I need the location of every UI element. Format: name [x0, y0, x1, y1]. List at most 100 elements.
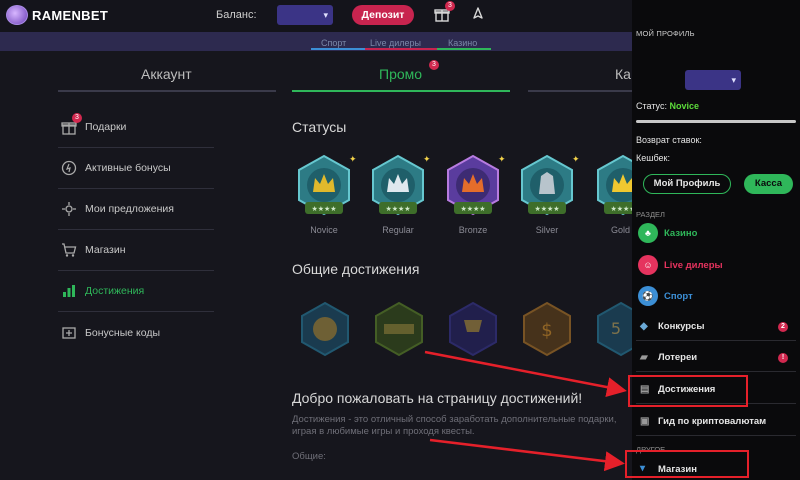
sport-icon: ⚽ [638, 286, 658, 306]
annotation-box-achievements [628, 375, 748, 407]
cashier-button[interactable]: Касса [744, 174, 793, 194]
strip-underline-sport [311, 48, 365, 50]
winner-achievement-icon[interactable] [370, 300, 428, 358]
general-label: Общие: [292, 451, 326, 462]
casino-icon: ♣ [638, 223, 658, 243]
crypto-guide-label: Гид по криптовалютам [658, 416, 767, 427]
brand-name: RAMENBET [32, 7, 109, 23]
status-name: Bronze [458, 225, 488, 235]
status-name: Regular [382, 225, 414, 235]
refund-label: Возврат ставок: [636, 135, 702, 145]
strip-underline-live [365, 48, 437, 50]
winner-trophy-achievement-icon[interactable] [444, 300, 502, 358]
strip-underline-casino [437, 48, 491, 50]
svg-text:★★★★: ★★★★ [610, 205, 632, 213]
statuses-heading: Статусы [292, 119, 347, 135]
tab-account-underline [58, 90, 276, 92]
status-line: Статус: Novice [636, 101, 699, 111]
section-live-label: Live дилеры [664, 259, 723, 271]
menu-lotteries[interactable]: ▰ Лотереи ! [636, 344, 796, 372]
svg-text:★★★★: ★★★★ [460, 205, 485, 213]
ticket-icon: ▰ [640, 351, 648, 363]
lotteries-label: Лотереи [658, 352, 698, 363]
tab-promo[interactable]: Промо [379, 66, 422, 82]
gift-count-badge: 3 [445, 1, 455, 11]
chart-icon [63, 285, 75, 297]
stack-achievement-icon[interactable]: $ [518, 300, 576, 358]
sidebar-item-label: Активные бонусы [85, 162, 171, 174]
novice-status-icon[interactable]: ★★★★ ✦ [291, 152, 357, 224]
cashback-label: Кешбек: [636, 153, 670, 163]
status-name: Silver [535, 225, 559, 235]
contest-achievement-icon[interactable]: 5 [592, 300, 632, 358]
sidebar-item-label: Достижения [85, 285, 145, 297]
sidebar-item-offers[interactable]: Мои предложения [58, 189, 214, 230]
crypto-icon: ▣ [640, 415, 650, 427]
lotteries-badge: ! [778, 353, 788, 363]
svg-text:5: 5 [611, 319, 621, 338]
sidebar-item-achievements[interactable]: Достижения [58, 271, 214, 312]
sidebar-item-bonus-codes[interactable]: Бонусные коды [58, 312, 214, 353]
contests-badge: 2 [778, 322, 788, 332]
coin-achievement-icon[interactable] [296, 300, 354, 358]
sidebar-item-gifts[interactable]: Подарки [58, 107, 214, 148]
section-casino-label: Казино [664, 227, 698, 239]
sidebar-item-label: Мои предложения [85, 203, 174, 215]
promo-badge: 3 [429, 60, 439, 70]
section-casino[interactable]: ♣ Казино [638, 223, 697, 243]
strip-tab-sport[interactable]: Спорт [321, 38, 346, 48]
tab-promo-underline [292, 90, 510, 92]
panel-title: МОЙ ПРОФИЛЬ [636, 29, 695, 38]
live-dealer-icon: ☺ [638, 255, 658, 275]
welcome-heading: Добро пожаловать на страницу достижений! [292, 390, 583, 406]
achievements-description: Достижения - это отличный способ заработ… [292, 414, 617, 437]
status-value: Novice [669, 101, 699, 111]
svg-text:✦: ✦ [498, 155, 506, 165]
ramen-logo-icon [6, 5, 28, 25]
menu-crypto-guide[interactable]: ▣ Гид по криптовалютам [636, 408, 796, 436]
svg-text:✦: ✦ [572, 155, 580, 165]
rocket-icon[interactable] [470, 6, 486, 22]
regular-status-icon[interactable]: ★★★★ ✦ [365, 152, 431, 224]
svg-text:★★★★: ★★★★ [534, 205, 559, 213]
achievements-heading: Общие достижения [292, 261, 420, 277]
balance-label: Баланс: [216, 9, 257, 21]
offers-icon [62, 202, 76, 216]
profile-panel: МОЙ ПРОФИЛЬ ▾ Статус: Novice Возврат ста… [632, 0, 800, 480]
tab-cashier-underline [528, 90, 632, 92]
deposit-button[interactable]: Депозит [352, 5, 414, 25]
menu-contests[interactable]: ◆ Конкурсы 2 [636, 313, 796, 341]
section-sport[interactable]: ⚽ Спорт [638, 286, 693, 306]
status-name: Novice [310, 225, 338, 235]
bonus-icon [61, 160, 77, 176]
chevron-down-icon: ▾ [731, 75, 736, 85]
svg-text:★★★★: ★★★★ [311, 205, 336, 213]
sidebar-item-active-bonuses[interactable]: Активные бонусы [58, 148, 214, 189]
my-profile-button[interactable]: Мой Профиль [643, 174, 731, 194]
sidebar-item-shop[interactable]: Магазин [58, 230, 214, 271]
gold-status-icon[interactable]: ★★★★ [590, 152, 632, 224]
bronze-status-icon[interactable]: ★★★★ ✦ [440, 152, 506, 224]
contests-label: Конкурсы [658, 321, 705, 332]
svg-text:★★★★: ★★★★ [385, 205, 410, 213]
cart-icon [62, 243, 77, 257]
section-label: РАЗДЕЛ [636, 210, 665, 219]
sidebar-item-label: Магазин [85, 244, 126, 256]
silver-status-icon[interactable]: ★★★★ ✦ [514, 152, 580, 224]
strip-tab-live[interactable]: Live дилеры [370, 38, 421, 48]
currency-select[interactable]: ▾ [685, 70, 741, 90]
tab-cashier[interactable]: Ка [615, 66, 631, 82]
sidebar-item-label: Бонусные коды [85, 326, 161, 339]
status-label: Статус: [636, 101, 667, 111]
section-live-dealers[interactable]: ☺ Live дилеры [638, 255, 723, 275]
contest-icon: ◆ [640, 320, 648, 332]
strip-tab-casino[interactable]: Казино [448, 38, 477, 48]
balance-select[interactable]: ▾ [277, 5, 333, 25]
logo[interactable]: RAMENBET [6, 5, 108, 25]
tab-account[interactable]: Аккаунт [141, 66, 192, 82]
top-bar: RAMENBET Баланс: ▾ Депозит 3 [0, 0, 632, 32]
annotation-box-shop [625, 450, 749, 478]
svg-text:✦: ✦ [349, 155, 357, 165]
section-sport-label: Спорт [664, 290, 693, 302]
code-icon [62, 326, 76, 339]
